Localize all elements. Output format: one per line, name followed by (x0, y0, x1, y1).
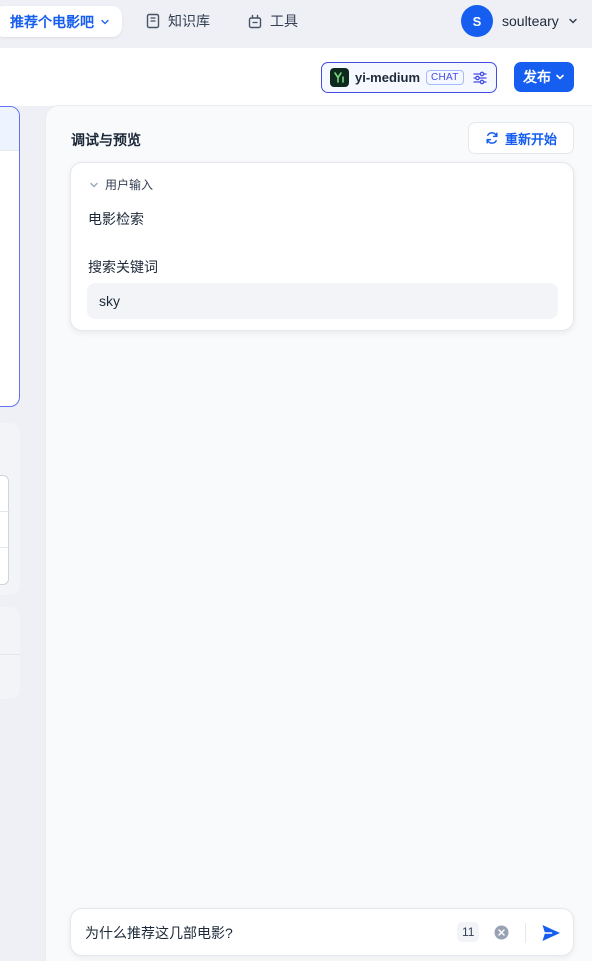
chevron-down-icon (569, 18, 577, 24)
chevron-down-icon (90, 182, 98, 187)
publish-button[interactable]: 发布 (514, 62, 574, 92)
search-keyword-input[interactable]: sky (87, 283, 558, 319)
nav-tools-label: 工具 (270, 13, 298, 29)
input-divider (525, 923, 526, 943)
context-panel (0, 607, 20, 699)
variables-table (0, 475, 10, 585)
char-count-badge: 11 (457, 922, 480, 942)
sliders-icon[interactable] (472, 70, 488, 86)
debug-title: 调试与预览 (71, 132, 141, 148)
app-name: 推荐个电影吧 (10, 13, 94, 30)
input-label: 搜索关键词 (88, 259, 158, 275)
app-header-bar: yi-medium CHAT 发布 (0, 48, 592, 106)
model-name: yi-medium (355, 70, 421, 85)
user-input-toggle[interactable]: 用户输入 (89, 176, 153, 193)
chevron-down-icon (101, 19, 109, 24)
model-logo-icon (330, 68, 349, 87)
refresh-icon (486, 132, 498, 144)
section-label: 用户输入 (105, 178, 154, 192)
top-nav: 推荐个电影吧 知识库 工具 S soulteary (0, 0, 592, 48)
model-mode-badge: CHAT (426, 70, 464, 85)
model-selector[interactable]: yi-medium CHAT (321, 62, 497, 93)
username: soulteary (502, 13, 559, 29)
variables-panel (0, 423, 20, 595)
user-input-card: 用户输入 电影检索 搜索关键词 sky (70, 162, 574, 331)
chat-input-box[interactable]: 为什么推荐这几部电影? 11 (70, 908, 574, 956)
avatar: S (461, 5, 493, 37)
clear-icon[interactable] (494, 925, 509, 940)
restart-button[interactable]: 重新开始 (468, 122, 574, 154)
table-row-divider (0, 511, 10, 512)
user-menu[interactable]: S soulteary (461, 5, 578, 37)
publish-label: 发布 (523, 69, 551, 85)
table-row-divider (0, 547, 10, 548)
send-icon[interactable] (540, 922, 562, 944)
nav-knowledge-label: 知识库 (168, 13, 210, 29)
prompt-editor-card[interactable] (0, 106, 20, 407)
nav-tools[interactable]: 工具 (248, 10, 298, 32)
restart-label: 重新开始 (504, 131, 557, 147)
chat-query-text[interactable]: 为什么推荐这几部电影? (85, 923, 233, 943)
book-icon (146, 13, 160, 29)
yi-logo-icon (334, 72, 344, 83)
prompt-editor-header (0, 107, 19, 151)
panel-divider (0, 654, 20, 655)
field-name: 电影检索 (88, 211, 144, 227)
chevron-down-icon (556, 74, 564, 80)
app-selector[interactable]: 推荐个电影吧 (0, 6, 122, 37)
nav-knowledge[interactable]: 知识库 (146, 10, 210, 32)
toolbox-icon (248, 14, 262, 29)
